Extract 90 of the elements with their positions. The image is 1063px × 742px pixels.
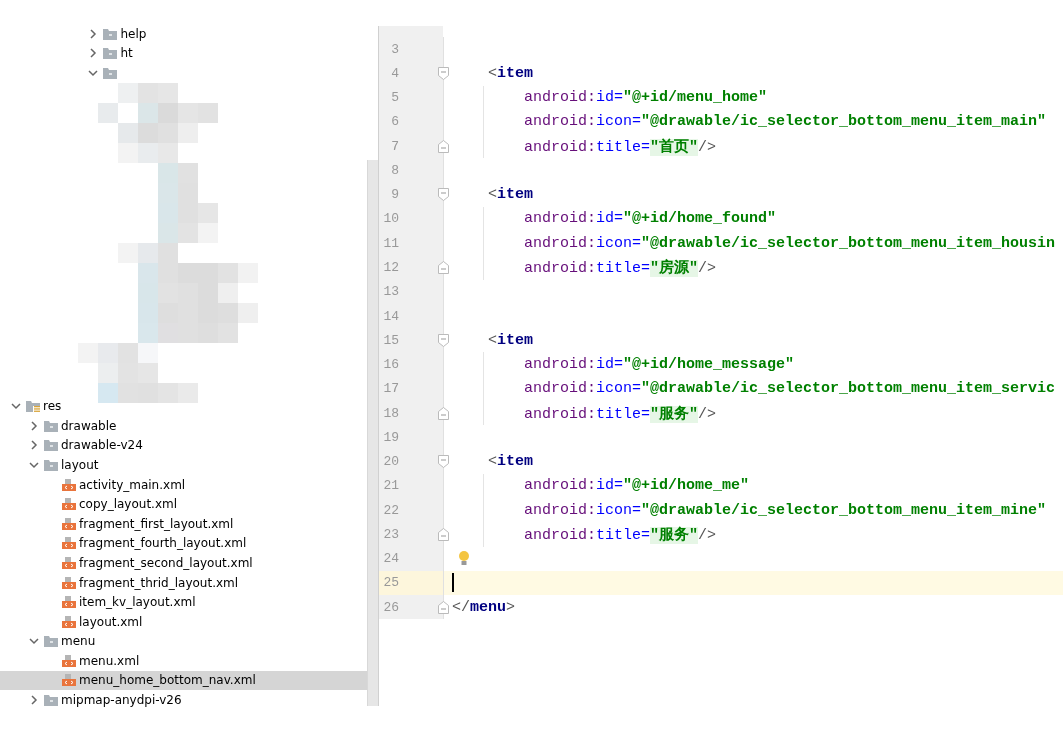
line-number: 18 — [382, 405, 399, 421]
scrollbar[interactable] — [367, 160, 378, 706]
line-number: 17 — [382, 381, 399, 397]
tree-item-label[interactable]: layout.xml — [79, 614, 143, 629]
code-line: android:icon="@drawable/ic_selector_bottom_menu_item_main" — [524, 113, 1047, 131]
xml-file-icon — [62, 517, 76, 530]
line-number: 23 — [382, 526, 399, 542]
line-number: 20 — [382, 454, 399, 470]
line-number: 13 — [382, 284, 399, 300]
tree-item-label[interactable]: layout — [61, 457, 99, 472]
tree-item-label[interactable]: activity_main.xml — [79, 477, 186, 492]
tree-item-label[interactable]: drawable — [61, 418, 117, 433]
tree-item-label[interactable]: copy_layout.xml — [79, 497, 178, 512]
line-number: 6 — [390, 114, 399, 130]
xml-file-icon — [62, 498, 76, 511]
code-line: android:title="首页"/> — [524, 137, 717, 156]
fold-marker-icon[interactable] — [438, 66, 449, 80]
xml-file-icon — [62, 596, 76, 609]
code-line: android:title="房源"/> — [524, 258, 717, 277]
xml-file-icon — [62, 478, 76, 491]
code-line: android:id="@+id/home_found" — [524, 210, 777, 228]
line-number: 8 — [390, 162, 399, 178]
resource-folder-icon — [26, 400, 40, 413]
fold-marker-icon[interactable] — [438, 261, 449, 274]
fold-marker-icon[interactable] — [438, 600, 449, 614]
folder-icon — [103, 67, 118, 79]
fold-marker-icon[interactable] — [438, 139, 449, 153]
fold-marker-icon[interactable] — [438, 188, 449, 202]
code-line: android:icon="@drawable/ic_selector_bottom_menu_item_mine" — [524, 501, 1047, 519]
tree-item-label[interactable]: help — [120, 26, 147, 41]
code-line: <item — [488, 64, 534, 82]
line-number: 11 — [382, 235, 399, 251]
line-number: 19 — [382, 429, 399, 445]
code-line: android:title="服务"/> — [524, 525, 717, 544]
code-line: android:id="@+id/home_me" — [524, 477, 750, 495]
line-number: 14 — [382, 308, 399, 324]
line-number: 21 — [382, 478, 399, 494]
tree-item-label[interactable]: item_kv_layout.xml — [79, 595, 196, 610]
line-number: 22 — [382, 502, 399, 518]
line-number: 3 — [390, 41, 399, 57]
tree-item-label[interactable]: fragment_thrid_layout.xml — [79, 575, 239, 590]
folder-icon — [44, 635, 58, 648]
tree-item-label[interactable]: menu.xml — [79, 653, 140, 668]
tree-item-label[interactable]: res — [43, 399, 62, 414]
line-number: 12 — [382, 260, 399, 275]
line-number: 16 — [382, 357, 399, 373]
code-line: android:icon="@drawable/ic_selector_bottom_menu_item_housin — [524, 234, 1056, 252]
line-number: 7 — [390, 138, 399, 154]
code-line: android:id="@+id/menu_home" — [524, 89, 768, 107]
code-line: android:id="@+id/home_message" — [524, 356, 795, 374]
line-number: 24 — [382, 551, 399, 567]
folder-icon — [44, 439, 58, 452]
xml-file-icon — [62, 556, 76, 569]
line-number: 5 — [390, 90, 399, 106]
line-number: 10 — [382, 211, 399, 227]
tree-item-label[interactable]: drawable-v24 — [61, 438, 143, 453]
code-line: <item — [488, 331, 534, 349]
code-line: android:icon="@drawable/ic_selector_bottom_menu_item_servic — [524, 380, 1056, 398]
fold-marker-icon[interactable] — [438, 406, 449, 420]
xml-file-icon — [62, 537, 76, 550]
fold-marker-icon[interactable] — [438, 527, 449, 541]
xml-file-icon — [62, 654, 76, 667]
code-line: </menu> — [452, 598, 516, 616]
code-line: <item — [488, 186, 534, 204]
xml-file-icon — [62, 674, 76, 687]
tree-item-label[interactable]: fragment_first_layout.xml — [79, 516, 234, 531]
xml-file-icon — [62, 615, 76, 628]
line-number: 26 — [382, 599, 399, 615]
tree-item-label[interactable]: mipmap-anydpi-v26 — [61, 693, 182, 708]
line-number: 4 — [390, 65, 399, 81]
folder-icon — [44, 458, 58, 471]
line-number: 15 — [382, 332, 399, 348]
text-cursor — [452, 573, 454, 593]
tree-item-label[interactable]: ht — [120, 46, 133, 61]
fold-marker-icon[interactable] — [438, 333, 449, 347]
code-line: <item — [488, 453, 534, 471]
folder-icon — [44, 694, 58, 707]
line-number: 9 — [390, 187, 399, 203]
tree-item-label[interactable]: menu — [61, 634, 96, 649]
folder-icon — [103, 47, 118, 60]
tree-item-label[interactable]: fragment_second_layout.xml — [79, 555, 253, 570]
xml-file-icon — [62, 576, 76, 589]
folder-icon — [44, 419, 58, 432]
code-line: android:title="服务"/> — [524, 404, 717, 423]
selected-row[interactable]: menu_home_bottom_nav.xml — [0, 670, 368, 691]
line-number: 25 — [382, 575, 399, 591]
tree-item-label[interactable]: menu_home_bottom_nav.xml — [79, 673, 256, 688]
fold-marker-icon[interactable] — [438, 455, 449, 469]
tree-item-label[interactable]: fragment_fourth_layout.xml — [79, 536, 247, 551]
folder-icon — [103, 27, 118, 40]
